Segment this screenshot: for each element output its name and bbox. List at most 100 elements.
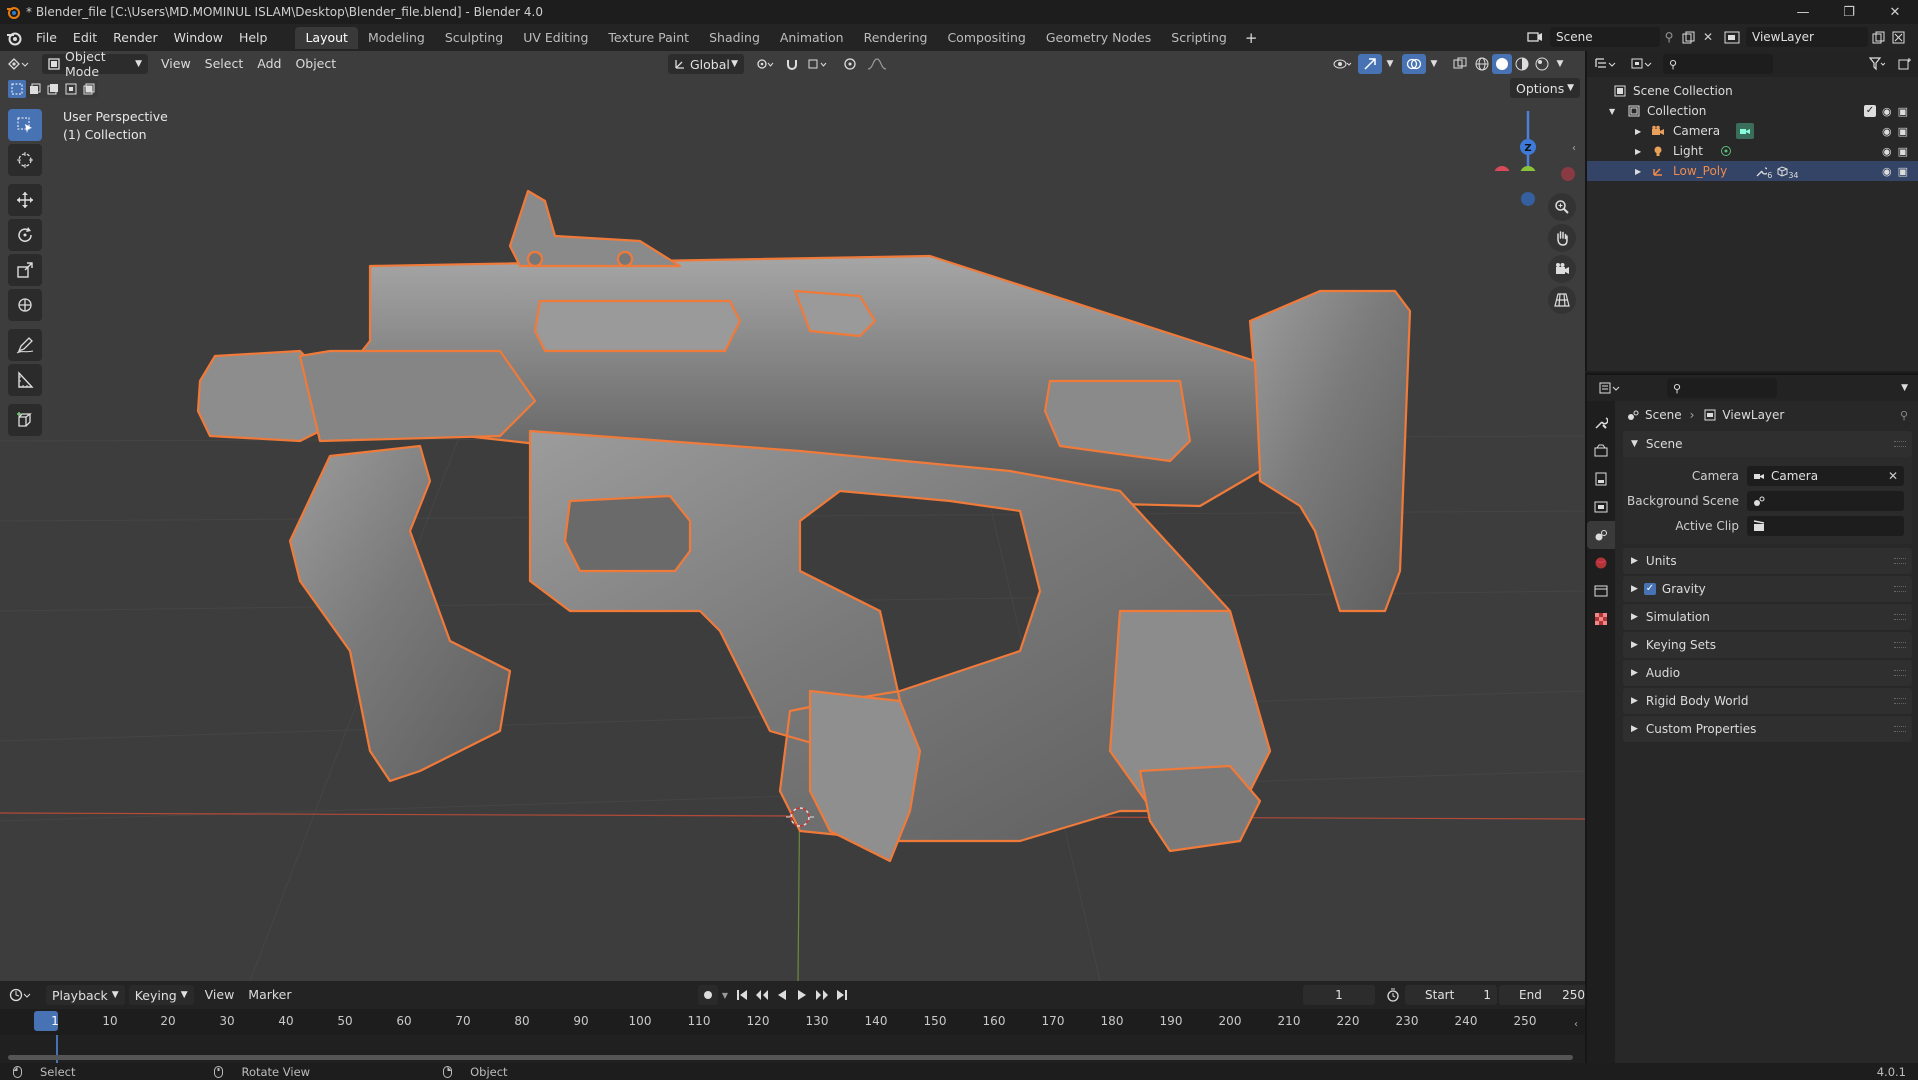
timeline-menu-marker[interactable]: Marker: [241, 985, 298, 1005]
drag-handle-icon[interactable]: [1894, 670, 1906, 676]
tab-view-layer[interactable]: [1587, 493, 1615, 521]
tab-scene[interactable]: [1587, 521, 1615, 549]
menu-edit[interactable]: Edit: [65, 27, 105, 49]
outliner-editor-type-icon[interactable]: [1587, 57, 1623, 71]
tab-animation[interactable]: Animation: [770, 27, 854, 49]
transform-orientation-dropdown[interactable]: Global ▼: [668, 54, 744, 74]
timeline-editor-type-icon[interactable]: [0, 988, 40, 1002]
3d-viewport[interactable]: Object Mode ▼ View Select Add Object Glo…: [0, 51, 1585, 981]
timeline-scrollbar[interactable]: [8, 1055, 1573, 1060]
drag-handle-icon[interactable]: [1894, 642, 1906, 648]
timeline-track[interactable]: ‹: [0, 1019, 1585, 1063]
expand-right-icon[interactable]: ▶: [1635, 167, 1649, 176]
record-icon[interactable]: [698, 985, 718, 1005]
new-view-layer-icon[interactable]: [1868, 31, 1888, 44]
falloff-icon[interactable]: [862, 58, 892, 70]
drag-handle-icon[interactable]: [1894, 558, 1906, 564]
tab-output[interactable]: [1587, 465, 1615, 493]
scene-panel-header[interactable]: ▼ Scene: [1623, 431, 1912, 457]
properties-editor-type-icon[interactable]: [1591, 381, 1627, 395]
blender-menu-icon[interactable]: [0, 30, 28, 46]
keying-sets-panel-header[interactable]: ▶ Keying Sets: [1623, 632, 1912, 658]
tab-sculpting[interactable]: Sculpting: [435, 27, 513, 49]
collapse-sidebar-icon[interactable]: ‹: [1574, 1019, 1578, 1030]
outliner-search-input[interactable]: ⚲: [1663, 54, 1773, 74]
timeline-editor[interactable]: Playback ▼ Keying ▼ View Marker ▼ 1 Star…: [0, 981, 1591, 1063]
viewport-menu-add[interactable]: Add: [250, 54, 288, 74]
gizmo-dropdown-icon[interactable]: ▼: [1382, 59, 1398, 69]
add-cube-tool[interactable]: [8, 404, 42, 436]
pin-icon[interactable]: ⚲: [1660, 30, 1678, 44]
collapse-sidebar-icon[interactable]: ‹: [1572, 143, 1576, 154]
pin-icon[interactable]: ⚲: [1900, 409, 1908, 422]
tab-layout[interactable]: Layout: [295, 26, 358, 49]
tab-texture[interactable]: [1587, 605, 1615, 633]
jump-end-icon[interactable]: [832, 989, 852, 1001]
play-icon[interactable]: [792, 989, 812, 1001]
custom-properties-panel-header[interactable]: ▶ Custom Properties: [1623, 716, 1912, 742]
eye-icon[interactable]: ◉: [1882, 105, 1892, 118]
render-camera-icon[interactable]: ▣: [1898, 165, 1908, 178]
menu-file[interactable]: File: [28, 27, 65, 49]
outliner-row-camera[interactable]: ▶ Camera ◉ ▣: [1587, 121, 1918, 141]
outliner-row-light[interactable]: ▶ Light ◉ ▣: [1587, 141, 1918, 161]
tab-geometry-nodes[interactable]: Geometry Nodes: [1036, 27, 1161, 49]
eye-icon[interactable]: ◉: [1882, 165, 1892, 178]
remove-view-layer-icon[interactable]: [1888, 31, 1908, 44]
scene-name-field[interactable]: Scene: [1550, 27, 1660, 47]
select-subtract-icon[interactable]: [44, 80, 62, 98]
clear-icon[interactable]: ✕: [1888, 469, 1898, 483]
mesh-data-icon[interactable]: [1776, 165, 1788, 177]
annotate-tool[interactable]: [8, 329, 42, 361]
tab-tool[interactable]: [1587, 409, 1615, 437]
scale-tool[interactable]: [8, 254, 42, 286]
timeline-ruler[interactable]: 1 10 20 30 40 50 60 70 80 90 100 110 120…: [0, 1009, 1585, 1035]
properties-search-input[interactable]: ⚲: [1667, 378, 1777, 398]
jump-start-icon[interactable]: [732, 989, 752, 1001]
measure-tool[interactable]: [8, 364, 42, 396]
eye-icon[interactable]: ◉: [1882, 125, 1892, 138]
light-data-icon[interactable]: [1719, 145, 1733, 157]
drag-handle-icon[interactable]: [1894, 726, 1906, 732]
preview-range-icon[interactable]: [1381, 988, 1405, 1002]
tab-rendering[interactable]: Rendering: [854, 27, 938, 49]
select-new-icon[interactable]: [8, 80, 26, 98]
filter-icon[interactable]: [1862, 57, 1892, 71]
add-workspace-icon[interactable]: +: [1237, 27, 1266, 49]
view-layer-field[interactable]: ViewLayer: [1746, 27, 1868, 47]
viewport-menu-select[interactable]: Select: [198, 54, 251, 74]
tab-collection[interactable]: [1587, 577, 1615, 605]
gravity-panel-header[interactable]: ▶ ✓ Gravity: [1623, 576, 1912, 602]
viewport-menu-view[interactable]: View: [154, 54, 198, 74]
rigid-body-world-panel-header[interactable]: ▶ Rigid Body World: [1623, 688, 1912, 714]
drag-handle-icon[interactable]: [1894, 698, 1906, 704]
current-frame-field[interactable]: 1: [1303, 985, 1375, 1005]
active-clip-field[interactable]: [1747, 515, 1904, 536]
simulation-panel-header[interactable]: ▶ Simulation: [1623, 604, 1912, 630]
view-layer-icon[interactable]: [1718, 31, 1746, 44]
end-frame-field[interactable]: End 250: [1499, 985, 1591, 1005]
restore-icon[interactable]: ❐: [1826, 0, 1872, 24]
keying-dropdown[interactable]: Keying ▼: [128, 985, 194, 1005]
overlays-dropdown-icon[interactable]: ▼: [1426, 59, 1442, 69]
modifier-wrench-icon[interactable]: [1755, 166, 1767, 177]
transform-tool[interactable]: [8, 289, 42, 321]
expand-down-icon[interactable]: ▼: [1609, 107, 1625, 116]
render-camera-icon[interactable]: ▣: [1898, 105, 1908, 118]
select-box-tool[interactable]: [8, 109, 42, 141]
outliner-row-low-poly[interactable]: ▶ Low_Poly 6 34 ◉ ▣: [1587, 161, 1918, 181]
audio-panel-header[interactable]: ▶ Audio: [1623, 660, 1912, 686]
scene-selector-icon[interactable]: [1520, 30, 1550, 44]
overlays-toggle-icon[interactable]: [1402, 54, 1426, 74]
drag-handle-icon[interactable]: [1894, 614, 1906, 620]
render-camera-icon[interactable]: ▣: [1898, 145, 1908, 158]
tab-shading[interactable]: Shading: [699, 27, 770, 49]
mode-dropdown[interactable]: Object Mode ▼: [42, 51, 148, 79]
background-scene-field[interactable]: [1747, 490, 1904, 511]
display-mode-icon[interactable]: [1623, 57, 1659, 71]
snap-icon[interactable]: [780, 57, 804, 71]
tab-render[interactable]: [1587, 437, 1615, 465]
low-poly-mesh[interactable]: [196, 189, 1412, 863]
viewport-menu-object[interactable]: Object: [288, 54, 343, 74]
tab-modeling[interactable]: Modeling: [358, 27, 435, 49]
